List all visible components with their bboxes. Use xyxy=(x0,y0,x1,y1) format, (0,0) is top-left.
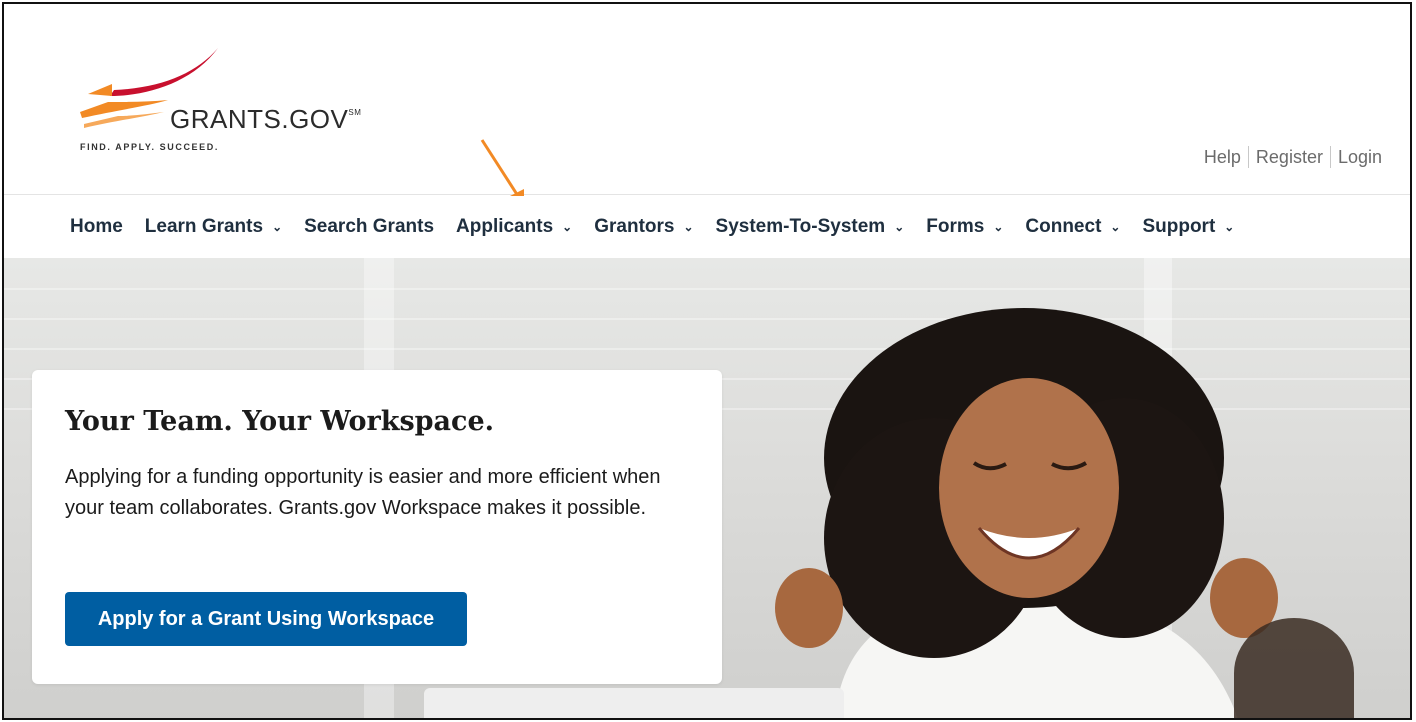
chevron-down-icon: ⌄ xyxy=(683,220,694,234)
promo-heading: Your Team. Your Workspace. xyxy=(65,406,495,437)
window-blind-line xyxy=(4,288,1410,290)
nav-item-forms[interactable]: Forms ⌄ xyxy=(926,216,1003,238)
grants-gov-logo[interactable]: GRANTS.GOVSM FIND. APPLY. SUCCEED. xyxy=(78,44,438,164)
nav-item-system-to-system[interactable]: System-To-System ⌄ xyxy=(716,216,905,238)
promo-description: Applying for a funding opportunity is ea… xyxy=(65,466,661,519)
utility-links: Help Register Login xyxy=(1204,146,1382,168)
login-link[interactable]: Login xyxy=(1338,147,1382,168)
workspace-promo-card: Your Team. Your Workspace. Applying for … xyxy=(32,370,722,684)
logo-wordmark: GRANTS.GOVSM xyxy=(170,104,362,134)
chevron-down-icon: ⌄ xyxy=(272,220,283,234)
site-header: GRANTS.GOVSM FIND. APPLY. SUCCEED. Help … xyxy=(4,4,1410,206)
nav-item-learn-grants[interactable]: Learn Grants ⌄ xyxy=(145,216,282,238)
divider xyxy=(1329,146,1331,168)
chevron-down-icon: ⌄ xyxy=(993,220,1004,234)
logo-tagline: FIND. APPLY. SUCCEED. xyxy=(80,142,219,152)
nav-item-applicants[interactable]: Applicants ⌄ xyxy=(456,216,572,238)
main-navigation: Home Learn Grants ⌄ Search Grants Applica… xyxy=(4,196,1410,258)
browser-frame: GRANTS.GOVSM FIND. APPLY. SUCCEED. Help … xyxy=(2,2,1412,720)
laptop xyxy=(424,688,844,718)
nav-item-grantors[interactable]: Grantors ⌄ xyxy=(594,216,693,238)
background-person xyxy=(1234,618,1354,718)
apply-workspace-button[interactable]: Apply for a Grant Using Workspace xyxy=(65,592,467,646)
divider xyxy=(1247,146,1249,168)
chevron-down-icon: ⌄ xyxy=(1224,220,1235,234)
chevron-down-icon: ⌄ xyxy=(894,220,905,234)
nav-item-search-grants[interactable]: Search Grants xyxy=(304,216,434,238)
nav-item-connect[interactable]: Connect ⌄ xyxy=(1025,216,1120,238)
nav-item-home[interactable]: Home xyxy=(70,216,123,238)
chevron-down-icon: ⌄ xyxy=(1110,220,1121,234)
chevron-down-icon: ⌄ xyxy=(562,220,573,234)
nav-item-support[interactable]: Support ⌄ xyxy=(1142,216,1234,238)
register-link[interactable]: Register xyxy=(1256,147,1323,168)
smiling-woman-photo xyxy=(775,308,1278,718)
help-link[interactable]: Help xyxy=(1204,147,1241,168)
